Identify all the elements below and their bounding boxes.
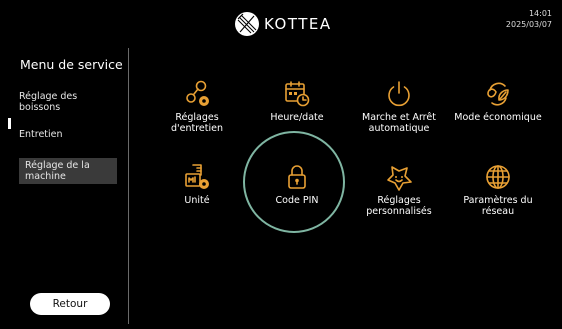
tile-label: Mode économique [454,112,542,123]
tile-label: Heure/date [270,112,324,123]
brand-logo: KOTTEA [234,10,332,38]
calendar-clock-icon [285,81,310,107]
tile-pin-code[interactable]: Code PIN [252,163,342,243]
tile-label: Code PIN [275,195,319,206]
sidebar-item-machine-settings[interactable]: Réglage de la machine [19,158,117,184]
back-button[interactable]: Retour [30,293,110,315]
tile-label: Réglages d'entretien [170,112,223,134]
tile-label: Réglages personnalisés [366,195,432,217]
star-icon [387,166,412,191]
eco-leaf-icon [487,82,509,106]
tile-maintenance-settings[interactable]: Réglages d'entretien [152,80,242,160]
tile-label: Unité [184,195,210,206]
tile-auto-on-off[interactable]: Marche et Arrêt automatique [354,80,444,160]
tile-label: Marche et Arrêt automatique [362,112,436,134]
globe-icon [486,165,510,189]
power-icon [388,81,410,107]
clock-date: 2025/03/07 [505,20,552,29]
sidebar-item-drink-settings[interactable]: Réglage des boissons [19,91,117,113]
lock-icon [288,165,306,189]
clock: 14:01 2025/03/07 [506,8,552,30]
header: KOTTEA 14:01 2025/03/07 [0,0,562,46]
clock-time: 14:01 [528,9,552,18]
brand-name: KOTTEA [264,15,332,33]
tile-eco-mode[interactable]: Mode économique [453,80,543,160]
tile-unit[interactable]: Unité [152,163,242,243]
sidebar-divider [128,48,129,324]
tile-time-date[interactable]: Heure/date [252,80,342,160]
menu-title: Menu de service [20,57,123,72]
tile-network-settings[interactable]: Paramètres du réseau [453,163,543,243]
sidebar-item-maintenance[interactable]: Entretien [19,129,117,140]
kottea-logo-icon [235,12,259,36]
tile-label: Paramètres du réseau [463,195,533,217]
sidebar: Menu de service Réglage des boissons Ent… [0,46,128,329]
tile-custom-settings[interactable]: Réglages personnalisés [354,163,444,243]
maintenance-settings-icon [186,80,209,106]
active-item-marker [8,118,11,129]
measuring-unit-icon [185,164,209,189]
